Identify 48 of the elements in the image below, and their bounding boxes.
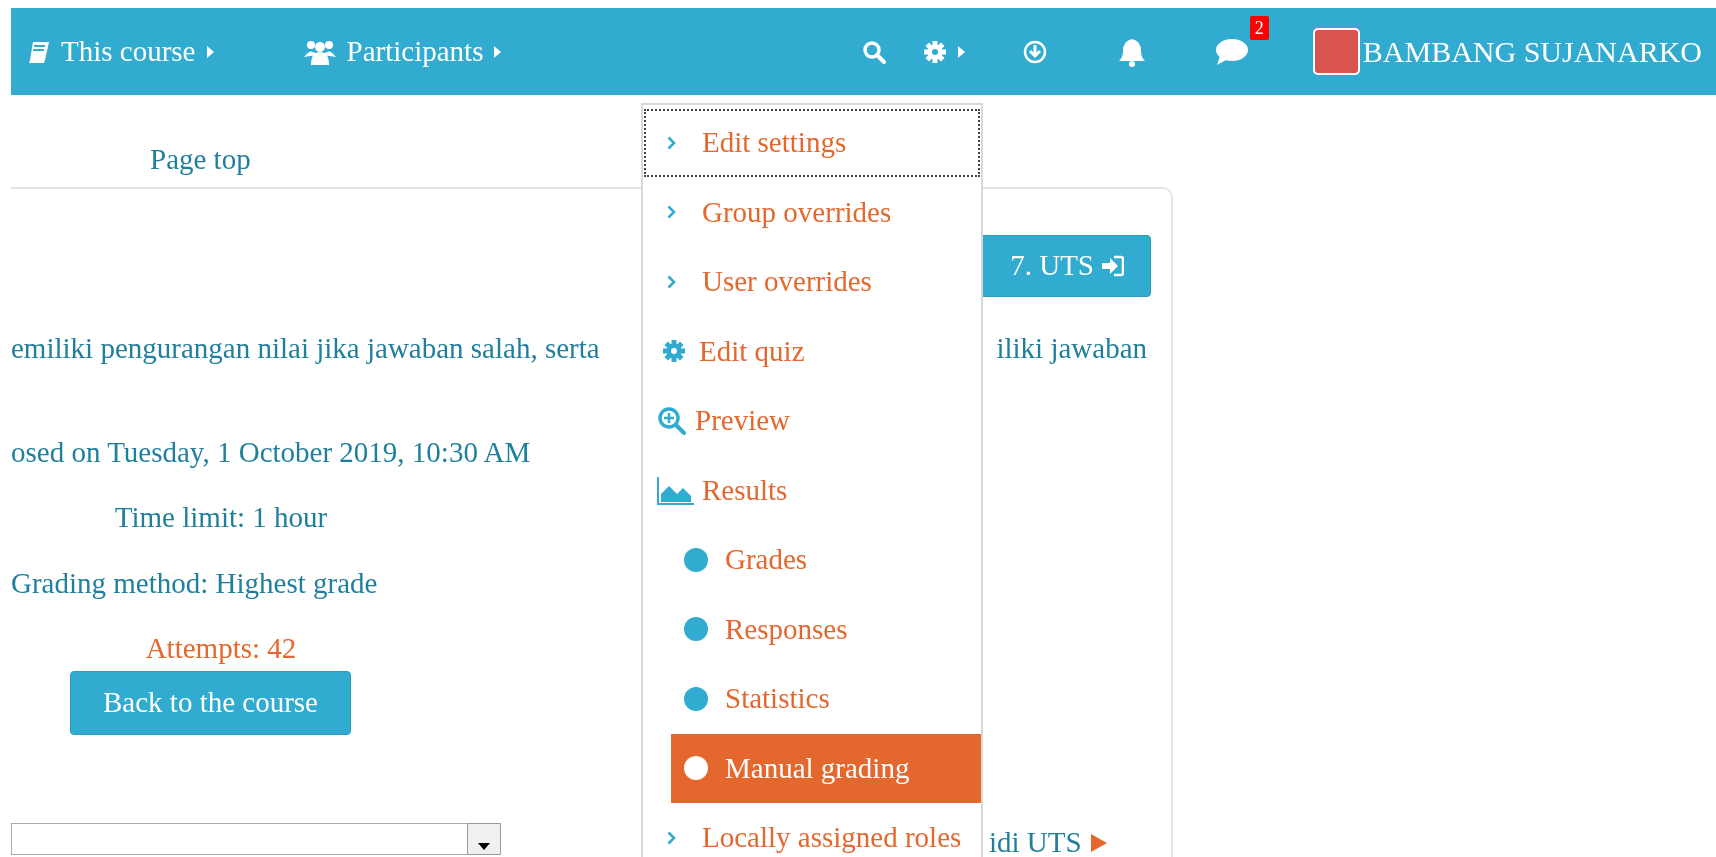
menu-item[interactable]: Locally assigned roles (643, 803, 981, 857)
message-count-badge: 2 (1249, 15, 1269, 40)
dropdown-arrow-button[interactable] (467, 823, 501, 855)
menu-item[interactable]: Responses (671, 594, 981, 664)
bell-icon[interactable] (1116, 36, 1147, 67)
closed-date-text: osed on Tuesday, 1 October 2019, 10:30 AM (11, 434, 531, 470)
caret-down-icon (478, 843, 490, 850)
menu-item[interactable]: Manual grading (671, 733, 981, 803)
book-icon (27, 39, 51, 64)
caret-icon (493, 43, 503, 60)
download-icon[interactable] (1022, 39, 1047, 64)
circle-icon (683, 755, 709, 782)
description-text: iliki jawaban (996, 331, 1147, 366)
next-activity-link[interactable]: idi UTS (989, 821, 1108, 857)
attempts-link[interactable]: Attempts: 42 (145, 632, 297, 664)
circle-icon (683, 616, 709, 643)
chat-bubble-icon[interactable] (1213, 37, 1250, 66)
caret-icon (205, 43, 215, 60)
gear-icon[interactable] (922, 39, 947, 64)
nav-menu-link[interactable]: This course (27, 29, 215, 74)
user-name[interactable]: BAMBANG SUJANARKO (1362, 29, 1702, 74)
menu-item[interactable]: Edit quiz (643, 316, 981, 386)
time-limit-text: Time limit: 1 hour (114, 501, 328, 533)
sign-in-icon (1100, 255, 1124, 277)
page-top-link[interactable]: Page top (150, 137, 251, 181)
chevron-icon (667, 135, 676, 150)
menu-item[interactable]: Grades (671, 525, 981, 595)
grading-method-text: Grading method: Highest grade (11, 566, 378, 599)
chevron-icon (667, 205, 676, 220)
zoom-in-icon (657, 405, 687, 436)
area-chart-icon (657, 475, 694, 505)
chevron-icon (667, 830, 676, 845)
users-icon (302, 38, 337, 65)
menu-item[interactable]: Edit settings (643, 108, 981, 178)
menu-item[interactable]: Statistics (671, 664, 981, 734)
gear-icon (661, 338, 687, 365)
search-icon[interactable] (861, 39, 886, 64)
nav-menu-link[interactable]: Participants (302, 29, 503, 74)
menu-item[interactable]: Preview (643, 386, 981, 456)
circle-icon (683, 685, 709, 712)
user-avatar[interactable] (1312, 28, 1360, 75)
circle-icon (683, 546, 709, 573)
caret-icon[interactable] (956, 43, 966, 60)
play-icon (1089, 832, 1108, 853)
back-to-course-button[interactable]: Back to the course (70, 670, 351, 735)
menu-item[interactable]: Results (643, 455, 981, 525)
description-text: emiliki pengurangan nilai jika jawaban salah, serta (11, 331, 600, 366)
chevron-icon (667, 274, 676, 289)
